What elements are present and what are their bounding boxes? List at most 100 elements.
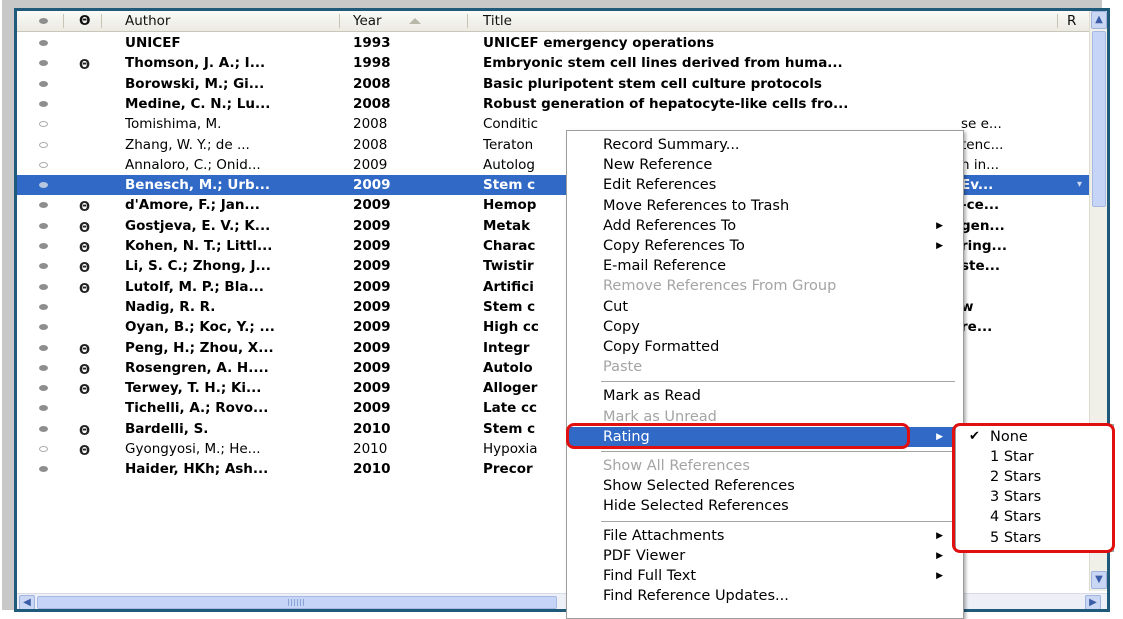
column-divider[interactable] xyxy=(101,14,102,28)
column-divider[interactable] xyxy=(339,14,340,28)
unread-dot-icon[interactable] xyxy=(39,161,48,168)
menu-separator xyxy=(601,381,955,383)
triangle-right-icon: ▶ xyxy=(936,220,943,231)
menu-item-show-selected-references[interactable]: Show Selected References xyxy=(569,476,959,496)
title-cell-tail: se e... xyxy=(961,116,1002,133)
menu-item-record-summary[interactable]: Record Summary... xyxy=(569,135,959,155)
sort-ascending-icon xyxy=(409,18,421,24)
table-row[interactable]: Medine, C. N.; Lu... 2008 Robust generatio… xyxy=(17,94,1089,114)
read-dot-icon[interactable] xyxy=(39,263,48,270)
menu-item-show-all-references[interactable]: Show All References xyxy=(569,456,959,476)
triangle-right-icon: ▶ xyxy=(936,530,943,541)
author-cell: Li, S. C.; Zhong, J... xyxy=(125,258,271,275)
menu-item-edit-references[interactable]: Edit References xyxy=(569,175,959,195)
menu-item-new-reference[interactable]: New Reference xyxy=(569,155,959,175)
menu-item-paste[interactable]: Paste xyxy=(569,357,959,377)
table-row[interactable]: Θ Thomson, J. A.; I... 1998 Embryonic stem … xyxy=(17,53,1089,73)
triangle-right-icon: ▶ xyxy=(936,431,943,442)
menu-item-find-reference-updates[interactable]: Find Reference Updates... xyxy=(569,586,959,606)
read-dot-icon[interactable] xyxy=(39,100,48,107)
year-cell: 2009 xyxy=(353,197,391,214)
menu-item-add-references-to[interactable]: Add References To ▶ xyxy=(569,216,959,236)
column-divider[interactable] xyxy=(1057,14,1058,28)
year-cell: 1993 xyxy=(353,35,391,51)
author-cell: Terwey, T. H.; Ki... xyxy=(125,380,262,397)
year-cell: 2009 xyxy=(353,298,391,315)
author-cell: Medine, C. N.; Lu... xyxy=(125,95,271,112)
author-cell: Benesch, M.; Urb... xyxy=(125,177,271,194)
year-cell: 2009 xyxy=(353,238,391,254)
read-dot-icon[interactable] xyxy=(39,182,48,189)
grip-icon xyxy=(288,599,306,606)
read-dot-icon[interactable] xyxy=(39,405,48,412)
menu-separator xyxy=(601,451,955,452)
year-cell: 2010 xyxy=(353,441,388,457)
scroll-left-button[interactable]: ◀ xyxy=(19,595,35,609)
year-cell: 2008 xyxy=(353,75,391,92)
vertical-scroll-thumb[interactable] xyxy=(1092,31,1106,207)
menu-item-hide-selected-references[interactable]: Hide Selected References xyxy=(569,496,959,516)
unread-dot-icon[interactable] xyxy=(39,121,48,128)
title-cell-tail: ste... xyxy=(961,258,1001,275)
year-cell: 2009 xyxy=(353,177,391,194)
title-cell-tail: Ev... xyxy=(961,177,994,194)
read-dot-icon[interactable] xyxy=(39,40,48,46)
year-cell: 2010 xyxy=(353,461,391,478)
read-dot-icon xyxy=(39,18,48,24)
read-dot-icon[interactable] xyxy=(39,303,48,310)
year-cell: 2008 xyxy=(353,136,388,153)
menu-item-remove-references-from-group[interactable]: Remove References From Group xyxy=(569,276,959,296)
year-cell: 2009 xyxy=(353,380,391,397)
read-dot-icon[interactable] xyxy=(39,466,48,473)
column-attachment[interactable]: Θ xyxy=(79,11,90,31)
menu-item-e-mail-reference[interactable]: E-mail Reference xyxy=(569,256,959,276)
read-dot-icon[interactable] xyxy=(39,324,48,331)
menu-item-move-references-to-trash[interactable]: Move References to Trash xyxy=(569,196,959,216)
read-dot-icon[interactable] xyxy=(39,283,48,290)
read-dot-icon[interactable] xyxy=(39,80,48,87)
year-cell: 2009 xyxy=(353,278,391,295)
author-cell: Gyongyosi, M.; He... xyxy=(125,441,261,457)
year-cell: 2009 xyxy=(353,400,391,417)
unread-dot-icon[interactable] xyxy=(39,446,48,452)
menu-item-mark-as-read[interactable]: Mark as Read xyxy=(569,386,959,406)
year-cell: 2010 xyxy=(353,420,391,437)
title-cell: UNICEF emergency operations xyxy=(483,35,715,51)
title-cell-tail: n in... xyxy=(961,156,1000,173)
title-cell-tail: tenc... xyxy=(961,136,1004,153)
title-cell-tail: re... xyxy=(961,319,993,336)
scroll-up-button[interactable]: ▲ xyxy=(1091,11,1107,29)
menu-item-file-attachments[interactable]: File Attachments ▶ xyxy=(569,526,959,546)
year-cell: 2009 xyxy=(353,156,388,173)
author-cell: Thomson, J. A.; I... xyxy=(125,55,266,72)
read-dot-icon[interactable] xyxy=(39,344,48,351)
read-dot-icon[interactable] xyxy=(39,385,48,392)
horizontal-scroll-thumb[interactable] xyxy=(37,596,557,609)
scroll-down-button[interactable]: ▼ xyxy=(1091,571,1107,589)
rating-highlight-box xyxy=(566,423,910,449)
column-author[interactable]: Author xyxy=(125,11,170,31)
table-row[interactable]: Borowski, M.; Gi... 2008 Basic pluripotent… xyxy=(17,74,1089,94)
menu-item-copy[interactable]: Copy xyxy=(569,317,959,337)
column-title[interactable]: Title xyxy=(483,11,512,31)
title-cell-tail: gen... xyxy=(961,217,1005,234)
read-dot-icon[interactable] xyxy=(39,243,48,249)
column-divider[interactable] xyxy=(467,14,468,28)
unread-dot-icon[interactable] xyxy=(39,141,48,148)
scroll-right-button[interactable]: ▶ xyxy=(1085,595,1101,609)
year-cell: 2008 xyxy=(353,116,388,133)
menu-item-cut[interactable]: Cut xyxy=(569,297,959,317)
menu-item-copy-references-to[interactable]: Copy References To ▶ xyxy=(569,236,959,256)
column-rating[interactable]: R xyxy=(1067,11,1076,31)
column-divider[interactable] xyxy=(63,14,64,28)
column-year[interactable]: Year xyxy=(353,11,382,31)
read-dot-icon[interactable] xyxy=(39,222,48,229)
read-dot-icon[interactable] xyxy=(39,425,48,432)
read-dot-icon[interactable] xyxy=(39,202,48,209)
read-dot-icon[interactable] xyxy=(39,60,48,67)
menu-item-pdf-viewer[interactable]: PDF Viewer ▶ xyxy=(569,546,959,566)
menu-item-find-full-text[interactable]: Find Full Text ▶ xyxy=(569,566,959,586)
read-dot-icon[interactable] xyxy=(39,364,48,371)
table-row[interactable]: UNICEF 1993 UNICEF emergency operations xyxy=(17,33,1089,53)
menu-item-copy-formatted[interactable]: Copy Formatted xyxy=(569,337,959,357)
